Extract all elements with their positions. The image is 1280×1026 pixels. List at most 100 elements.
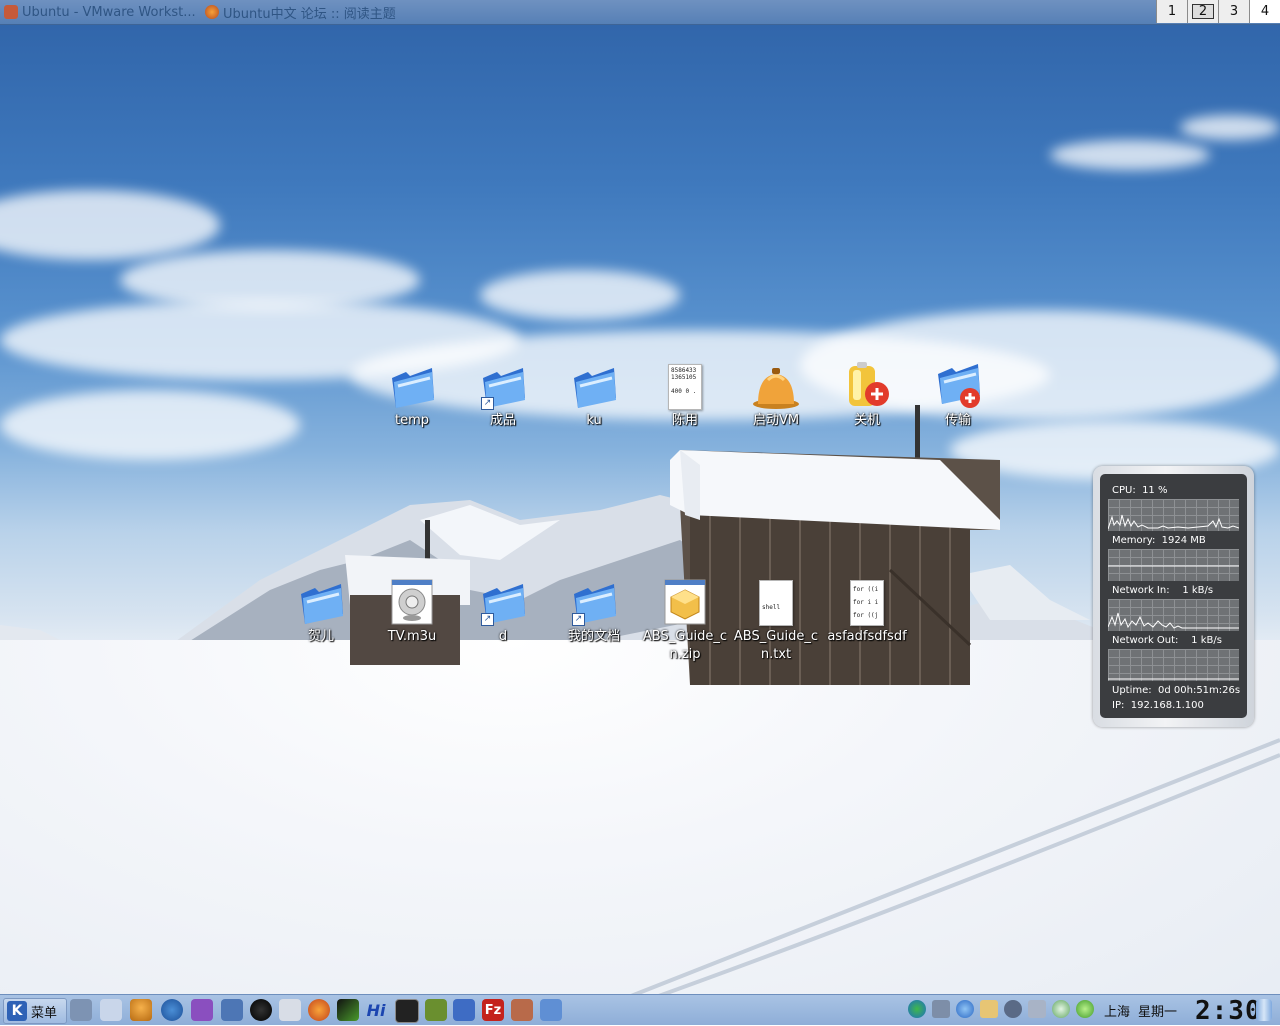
cpu-readout: CPU: 11 % [1112,485,1167,496]
terminal-green-icon[interactable] [337,999,359,1021]
preview-line: 400 0 . [671,388,697,395]
desktop-icon-transfer[interactable]: 传输 [914,360,1002,430]
pager-desktop-2[interactable]: 2 [1187,0,1218,23]
shell-script-icon: shell [752,576,800,626]
network-icon[interactable] [540,999,562,1021]
document-preview: shell [759,580,793,626]
zip-archive-icon [661,576,709,626]
desktop-icon[interactable] [70,999,92,1021]
network-status-icon[interactable] [956,1000,974,1018]
paint-icon[interactable] [100,999,122,1021]
pidgin-icon[interactable] [191,999,213,1021]
panel-clock[interactable]: 2:30 [1195,996,1262,1026]
connection-icon[interactable] [1028,1000,1046,1018]
desktop-pager: 1 2 3 4 [1156,0,1280,24]
desktop-icon-label: TV.m3u [387,629,437,644]
preview-line [762,590,790,604]
desktop-icon-start-vm[interactable]: 启动VM [732,360,820,430]
document-preview: 8586433 1365105 400 0 . [668,364,702,410]
desktop-icon-label: 我的文档 [567,629,620,644]
vm-launcher-icon [752,360,800,410]
baidu-hi-icon[interactable]: Hi [365,999,387,1021]
firefox-icon[interactable] [308,999,330,1021]
document-preview: for ((i for i i for ((j [850,580,884,626]
desktop-icon-shutdown[interactable]: 关机 [823,360,911,430]
uptime-label: Uptime: [1112,685,1152,696]
cpu-label: CPU: [1112,485,1136,496]
desktop-icon-ku[interactable]: ku [550,360,638,430]
desktop-icon-abs-guide-zip[interactable]: ABS_Guide_cn.zip [641,576,729,664]
desktop-icon-label: 陈用 [671,413,698,428]
thunderbird-icon[interactable] [161,999,183,1021]
cpu-graph [1108,499,1239,531]
preview-line [671,381,699,388]
pager-desktop-4[interactable]: 4 [1249,0,1280,23]
network-out-value: 1 kB/s [1191,635,1222,646]
desktop-icon-heer[interactable]: 贺儿 [277,576,365,646]
task-vmware[interactable]: Ubuntu - VMware Workst... [4,3,204,21]
preview-line [762,583,790,590]
desktop-icon-label: 传输 [944,413,971,428]
text-document-icon: 8586433 1365105 400 0 . [661,360,709,410]
filezilla-icon[interactable]: Fz [482,999,504,1021]
tools-icon[interactable] [453,999,475,1021]
update-icon[interactable] [1052,1000,1070,1018]
folder-shortcut-icon: ↗ [479,576,527,626]
desktop-icon-chengpin[interactable]: ↗ 成品 [459,360,547,430]
check-icon[interactable] [1076,1000,1094,1018]
filezilla-text: Fz [484,1002,502,1018]
desktop-icon-d[interactable]: ↗ d [459,576,547,646]
system-monitor-panel: CPU: 11 % Memory: 1924 MB Network In: 1 … [1100,474,1247,718]
network-out-graph [1108,649,1239,681]
preview-line: for ((j [853,612,879,619]
klipper-icon[interactable] [980,1000,998,1018]
console-icon[interactable] [395,999,419,1023]
shortcut-arrow-icon: ↗ [481,613,494,626]
volume-icon[interactable] [932,1000,950,1018]
package-icon[interactable] [511,999,533,1021]
preview-line: 8586433 [671,367,697,374]
memory-value: 1924 MB [1161,535,1206,546]
desktop-icon-label: 启动VM [752,413,800,428]
vm-icon[interactable] [130,999,152,1021]
task-firefox-label: Ubuntu中文 论坛 :: 阅读主题 [223,6,396,22]
printer-icon[interactable] [279,999,301,1021]
ski-track [559,738,1280,1024]
desktop-icon-asfadfsdfsdf[interactable]: for ((i for i i for ((j asfadfsdfsdf [823,576,911,646]
desktop-icon-label: ku [586,413,602,428]
system-monitor-widget[interactable]: CPU: 11 % Memory: 1924 MB Network In: 1 … [1093,466,1254,727]
pager-desktop-1[interactable]: 1 [1156,0,1187,23]
shutdown-icon [843,360,891,410]
desktop-icon-chenyong[interactable]: 8586433 1365105 400 0 . 陈用 [641,360,729,430]
monitor-icon[interactable] [221,999,243,1021]
book-icon[interactable] [425,999,447,1021]
weekday-label: 星期一 [1138,1005,1178,1020]
top-taskbar: Ubuntu - VMware Workst... Ubuntu中文 论坛 ::… [0,0,1280,25]
shortcut-arrow-icon: ↗ [572,613,585,626]
folder-icon [570,360,618,410]
kmenu-button[interactable]: K 菜单 [3,998,67,1024]
desktop-icon-abs-guide-txt[interactable]: shell ABS_Guide_cn.txt [732,576,820,664]
desktop-icon-label: 关机 [853,413,880,428]
desktop-icon-tv-m3u[interactable]: TV.m3u [368,576,456,646]
task-firefox[interactable]: Ubuntu中文 论坛 :: 阅读主题 [205,3,405,21]
qq-icon[interactable] [250,999,272,1021]
desktop-icon-label: ABS_Guide_cn.txt [733,629,819,662]
msn-icon[interactable] [908,1000,926,1018]
desktop-icon-label: asfadfsdfsdf [827,629,907,644]
cpu-value: 11 % [1142,485,1168,496]
folder-shortcut-icon: ↗ [479,360,527,410]
network-in-value: 1 kB/s [1182,585,1214,596]
pager-desktop-3[interactable]: 3 [1218,0,1249,23]
folder-shortcut-icon: ↗ [570,576,618,626]
memory-label: Memory: [1112,535,1156,546]
desktop-icon-temp[interactable]: temp [368,360,456,430]
uptime-value: 0d 00h:51m:26s [1158,685,1241,696]
desktop-icon-my-documents[interactable]: ↗ 我的文档 [550,576,638,646]
security-icon[interactable] [1004,1000,1022,1018]
kmenu-label: 菜单 [31,1005,58,1021]
preview-line: 1365105 [671,374,697,381]
trash-icon[interactable] [1256,999,1272,1021]
folder-icon [297,576,345,626]
weather-city[interactable]: 上海 [1104,1001,1130,1020]
